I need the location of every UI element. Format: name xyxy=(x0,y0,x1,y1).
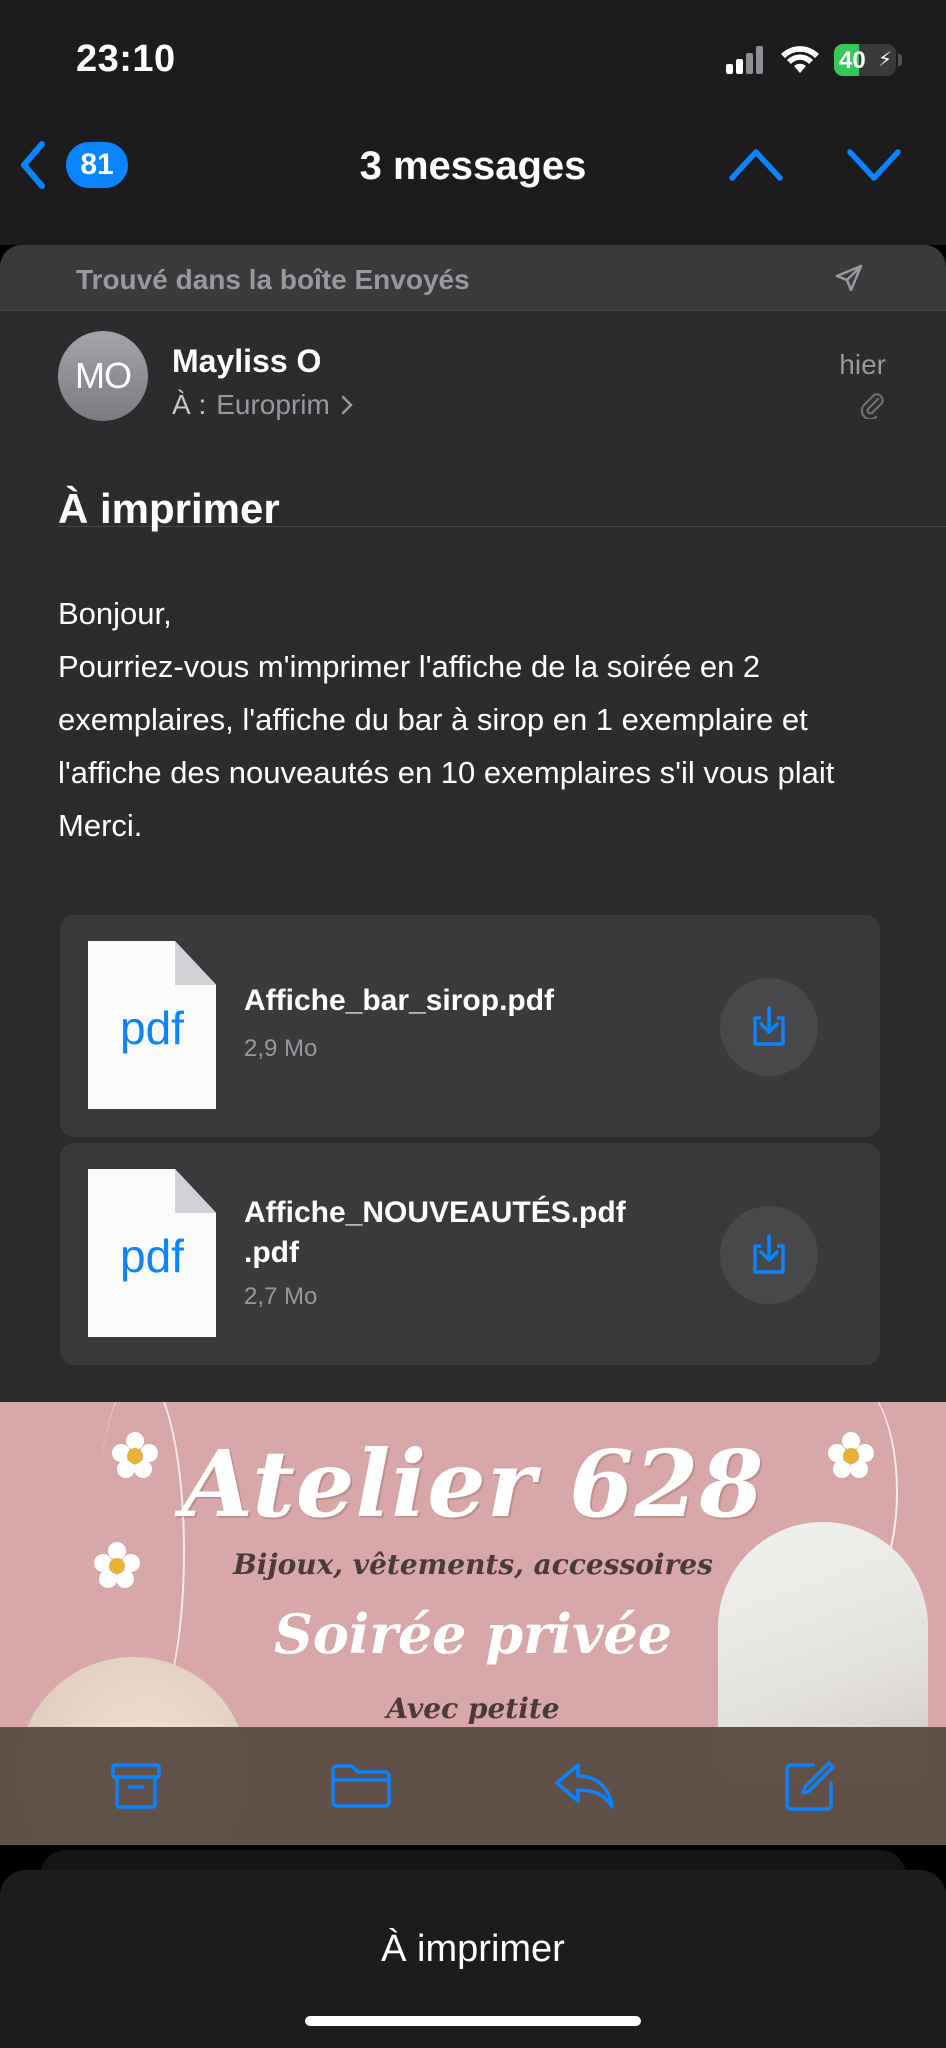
message-sheet: Trouvé dans la boîte Envoyés MO Mayliss … xyxy=(0,245,946,1845)
poster-subtitle: Bijoux, vêtements, accessoires xyxy=(233,1548,713,1581)
reply-icon xyxy=(555,1763,614,1809)
nav-bar: 81 3 messages xyxy=(0,110,946,245)
previous-message-icon[interactable] xyxy=(728,144,784,184)
charging-bolt-icon: ⚡ xyxy=(877,49,892,71)
paperclip-icon xyxy=(860,393,884,419)
pdf-type-label: pdf xyxy=(120,1002,184,1054)
attachment-card[interactable]: pdf Affiche_bar_sirop.pdf 2,9 Mo xyxy=(60,915,880,1137)
status-time: 23:10 xyxy=(76,38,176,80)
recipient-name: Europrim xyxy=(216,389,330,420)
archive-icon xyxy=(111,1763,161,1809)
message-subject: À imprimer xyxy=(58,485,280,532)
sent-icon xyxy=(835,264,863,292)
attachment-size: 2,9 Mo xyxy=(244,1035,318,1062)
download-button[interactable] xyxy=(720,978,818,1076)
attachment-name: Affiche_bar_sirop.pdf xyxy=(244,984,555,1017)
message-date: hier xyxy=(839,349,886,380)
battery-icon: 40 ⚡ xyxy=(834,44,896,76)
recipient-row[interactable]: À : Europrim xyxy=(172,389,354,421)
home-indicator[interactable] xyxy=(305,2016,641,2026)
poster-title: Atelier 628 xyxy=(181,1430,765,1538)
compose-button[interactable] xyxy=(765,1746,855,1826)
download-icon xyxy=(753,1234,785,1274)
to-label: À : xyxy=(172,389,207,420)
download-icon xyxy=(753,1006,785,1046)
archive-button[interactable] xyxy=(91,1746,181,1826)
poster-more-text: Avec petite xyxy=(386,1692,560,1725)
message-header: MO Mayliss O À : Europrim hier xyxy=(0,311,946,527)
status-bar: 23:10 40 ⚡ xyxy=(0,0,946,110)
battery-level: 40 xyxy=(839,47,866,74)
minimized-draft-title: À imprimer xyxy=(381,1928,565,1970)
message-body: Bonjour, Pourriez-vous m'imprimer l'affi… xyxy=(58,596,835,843)
chevron-right-icon xyxy=(341,395,353,415)
found-in-sent-banner[interactable]: Trouvé dans la boîte Envoyés xyxy=(0,245,946,311)
attachment-name: Affiche_NOUVEAUTÉS.pdf .pdf xyxy=(244,1196,626,1269)
battery-cap xyxy=(898,54,902,66)
sender-name[interactable]: Mayliss O xyxy=(172,343,321,380)
reply-button[interactable] xyxy=(540,1746,630,1826)
next-message-icon[interactable] xyxy=(846,144,902,184)
folder-icon xyxy=(331,1764,391,1808)
attachment-card[interactable]: pdf Affiche_NOUVEAUTÉS.pdf .pdf 2,7 Mo xyxy=(60,1143,880,1365)
signal-icon xyxy=(726,46,763,74)
move-to-folder-button[interactable] xyxy=(316,1746,406,1826)
status-icons: 40 ⚡ xyxy=(726,44,902,76)
found-in-sent-text: Trouvé dans la boîte Envoyés xyxy=(76,264,470,295)
avatar[interactable]: MO xyxy=(58,331,148,421)
wifi-icon xyxy=(781,46,819,73)
compose-icon xyxy=(785,1761,835,1811)
nav-title: 3 messages xyxy=(359,144,587,188)
pdf-type-label: pdf xyxy=(120,1230,184,1282)
poster-event: Soirée privée xyxy=(273,1602,673,1666)
attachment-size: 2,7 Mo xyxy=(244,1283,318,1310)
message-toolbar xyxy=(0,1727,946,1845)
download-button[interactable] xyxy=(720,1206,818,1304)
